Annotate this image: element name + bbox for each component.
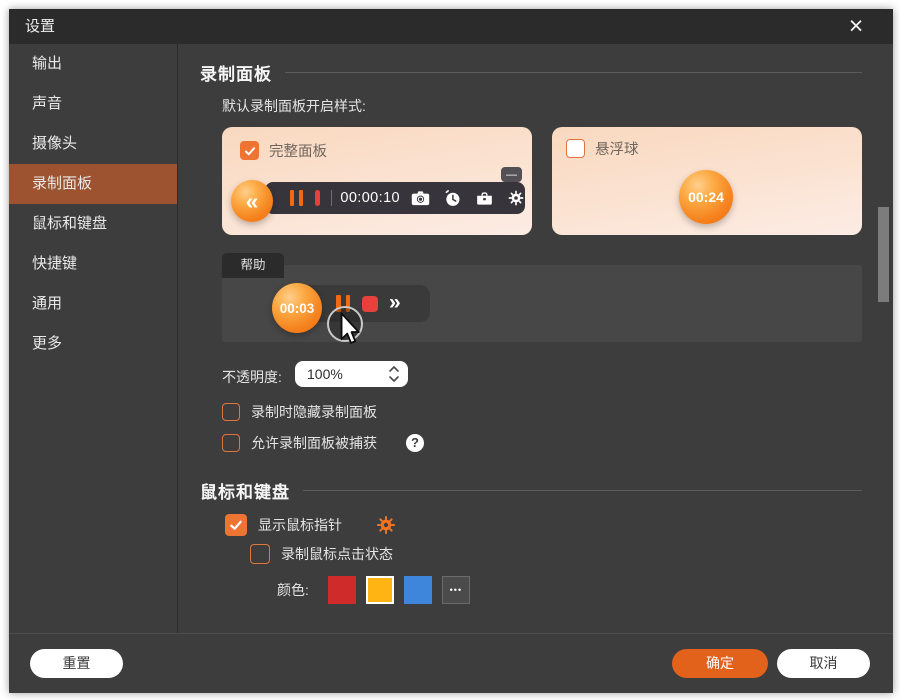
- cancel-button[interactable]: 取消: [777, 649, 870, 678]
- preview-ball: 00:03: [272, 283, 322, 333]
- clock-icon: [443, 189, 462, 208]
- recording-panel-heading: 录制面板: [200, 60, 272, 85]
- opacity-label: 不透明度:: [222, 367, 282, 387]
- stop-icon: [315, 190, 320, 206]
- color-swatch-red[interactable]: [328, 576, 356, 604]
- show-pointer-checkbox[interactable]: [225, 514, 247, 536]
- close-icon[interactable]: ×: [843, 10, 869, 42]
- mouse-keyboard-heading: 鼠标和键盘: [200, 478, 290, 503]
- full-panel-checkbox[interactable]: [240, 141, 259, 160]
- pause-icon: [290, 190, 303, 206]
- hide-panel-row: 录制时隐藏录制面板: [222, 402, 377, 422]
- full-panel-card[interactable]: 完整面板 — 00:00:10 «: [222, 127, 532, 235]
- click-state-label: 录制鼠标点击状态: [281, 544, 393, 564]
- minimize-icon: —: [501, 167, 522, 182]
- heading-divider: [285, 72, 862, 73]
- recorder-toolbar-preview: 00:00:10: [265, 182, 525, 214]
- mouse-cursor-icon: [334, 311, 362, 353]
- reset-button[interactable]: 重置: [30, 649, 123, 678]
- more-colors-icon[interactable]: •••: [442, 576, 470, 604]
- gear-icon: [507, 189, 525, 207]
- heading-divider: [303, 490, 862, 491]
- full-panel-label: 完整面板: [269, 140, 327, 161]
- show-pointer-row: 显示鼠标指针: [225, 514, 397, 536]
- floating-ball-time: 00:24: [688, 189, 724, 205]
- settings-dialog: 设置 × 输出 声音 摄像头 录制面板 鼠标和键盘 快捷键 通用 更多 录制面板…: [9, 9, 893, 693]
- floating-ball-preview: 00:24: [679, 170, 733, 224]
- sidebar-item-more[interactable]: 更多: [9, 324, 177, 364]
- hide-panel-label: 录制时隐藏录制面板: [251, 402, 377, 422]
- sidebar-item-output[interactable]: 输出: [9, 44, 177, 84]
- recording-panel-heading-row: 录制面板: [200, 60, 862, 85]
- sidebar-item-general[interactable]: 通用: [9, 284, 177, 324]
- pointer-settings-gear-icon[interactable]: [375, 514, 397, 536]
- camera-icon: [411, 190, 430, 206]
- titlebar: 设置 ×: [9, 9, 893, 44]
- allow-capture-row: 允许录制面板被捕获 ?: [222, 433, 424, 453]
- mouse-keyboard-heading-row: 鼠标和键盘: [200, 478, 862, 503]
- click-state-checkbox[interactable]: [250, 544, 270, 564]
- opacity-spinner[interactable]: 100%: [295, 361, 408, 387]
- check-icon: [228, 517, 244, 533]
- ok-button[interactable]: 确定: [672, 649, 768, 678]
- color-swatch-blue[interactable]: [404, 576, 432, 604]
- help-tab[interactable]: 帮助: [222, 253, 284, 278]
- dialog-title: 设置: [25, 9, 55, 44]
- scrollbar-thumb[interactable]: [878, 207, 889, 302]
- recording-time: 00:00:10: [340, 190, 400, 206]
- check-icon: [243, 144, 257, 158]
- click-state-row: 录制鼠标点击状态: [250, 544, 393, 564]
- sidebar-item-recording-panel[interactable]: 录制面板: [9, 164, 177, 204]
- sidebar: 输出 声音 摄像头 录制面板 鼠标和键盘 快捷键 通用 更多: [9, 44, 178, 633]
- show-pointer-label: 显示鼠标指针: [258, 515, 342, 535]
- color-label: 颜色:: [277, 580, 309, 600]
- help-icon[interactable]: ?: [406, 434, 424, 452]
- footer: 重置 确定 取消: [9, 633, 893, 693]
- stop-icon: [362, 296, 378, 312]
- chevron-left-double-icon: «: [246, 188, 259, 215]
- allow-capture-checkbox[interactable]: [222, 434, 240, 452]
- float-ball-checkbox[interactable]: [566, 139, 585, 158]
- click-color-row: 颜色: •••: [277, 576, 470, 604]
- opacity-value: 100%: [295, 366, 388, 382]
- sidebar-item-sound[interactable]: 声音: [9, 84, 177, 124]
- allow-capture-label: 允许录制面板被捕获: [251, 433, 377, 453]
- toolbox-icon: [475, 190, 494, 207]
- sidebar-item-camera[interactable]: 摄像头: [9, 124, 177, 164]
- hide-panel-checkbox[interactable]: [222, 403, 240, 421]
- float-ball-card[interactable]: 悬浮球 00:24: [552, 127, 862, 235]
- float-ball-label: 悬浮球: [595, 138, 639, 159]
- chevron-right-double-icon: »: [389, 292, 401, 313]
- sidebar-item-mouse-keyboard[interactable]: 鼠标和键盘: [9, 204, 177, 244]
- collapse-ball: «: [231, 180, 273, 222]
- preview-ball-time: 00:03: [280, 301, 315, 316]
- sidebar-item-hotkeys[interactable]: 快捷键: [9, 244, 177, 284]
- spinner-arrows-icon[interactable]: [388, 363, 408, 385]
- color-swatch-yellow[interactable]: [366, 576, 394, 604]
- default-style-label: 默认录制面板开启样式:: [222, 96, 366, 116]
